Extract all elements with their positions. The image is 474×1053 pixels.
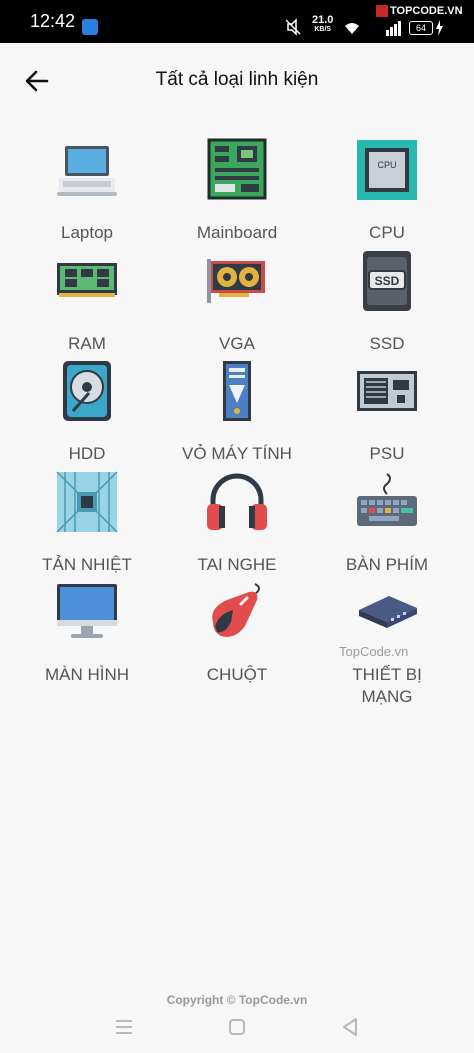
category-label: Laptop: [61, 223, 113, 242]
charging-icon: [436, 20, 443, 36]
category-label: BÀN PHÍM: [345, 555, 429, 574]
app-bar: Tất cả loại linh kiện: [0, 43, 474, 118]
pc-case-icon: [223, 361, 251, 421]
back-icon[interactable]: [338, 1015, 362, 1039]
hdd-icon: [63, 361, 111, 421]
app-notification-icon: [82, 19, 98, 35]
category-label: MÀN HÌNH: [44, 665, 130, 684]
battery-indicator: 64: [409, 21, 433, 35]
category-label: TẢN NHIỆT: [42, 555, 132, 574]
vga-icon: [207, 259, 265, 303]
status-bar: 12:42 21.0 KB/S 64 TOPCODE.VN: [0, 0, 474, 43]
clock: 12:42: [30, 11, 76, 31]
category-label: SSD: [369, 334, 405, 353]
svg-text:SSD: SSD: [375, 274, 400, 288]
psu-icon: [357, 371, 417, 411]
watermark-text: TopCode.vn: [339, 644, 409, 659]
mainboard-icon: [207, 138, 267, 200]
category-label: HDD: [68, 444, 106, 463]
wifi-icon: [345, 23, 359, 34]
net-speed: 21.0 KB/S: [312, 14, 334, 34]
keyboard-icon: [357, 473, 417, 526]
category-label: THIẾT BỊ MẠNG: [352, 665, 422, 706]
system-nav-bar: [0, 1000, 474, 1053]
laptop-icon: [57, 146, 117, 196]
menu-icon[interactable]: [112, 1015, 136, 1039]
mouse-icon: [212, 583, 260, 637]
page-title: Tất cả loại linh kiện: [155, 69, 319, 90]
category-label: VGA: [219, 334, 255, 353]
category-label: VỎ MÁY TÍNH: [182, 444, 292, 463]
watermark-logo: TOPCODE.VN: [376, 5, 463, 18]
headphones-icon: [207, 473, 267, 530]
cpu-icon: CPU: [357, 140, 417, 200]
category-label: CPU: [369, 223, 405, 242]
ssd-icon: SSD: [363, 251, 411, 311]
category-label: TAI NGHE: [197, 555, 277, 574]
category-label: CHUỘT: [206, 665, 268, 684]
network-device-icon: [359, 596, 417, 628]
mute-icon: [286, 18, 301, 36]
category-label: RAM: [68, 334, 106, 353]
signal-icon: [386, 21, 401, 36]
monitor-icon: [57, 584, 117, 638]
svg-text:CPU: CPU: [377, 160, 396, 170]
category-label: PSU: [369, 444, 405, 463]
category-label: Mainboard: [196, 223, 278, 242]
home-icon[interactable]: [225, 1015, 249, 1039]
ram-icon: [57, 263, 117, 297]
cooler-icon: [56, 471, 118, 533]
